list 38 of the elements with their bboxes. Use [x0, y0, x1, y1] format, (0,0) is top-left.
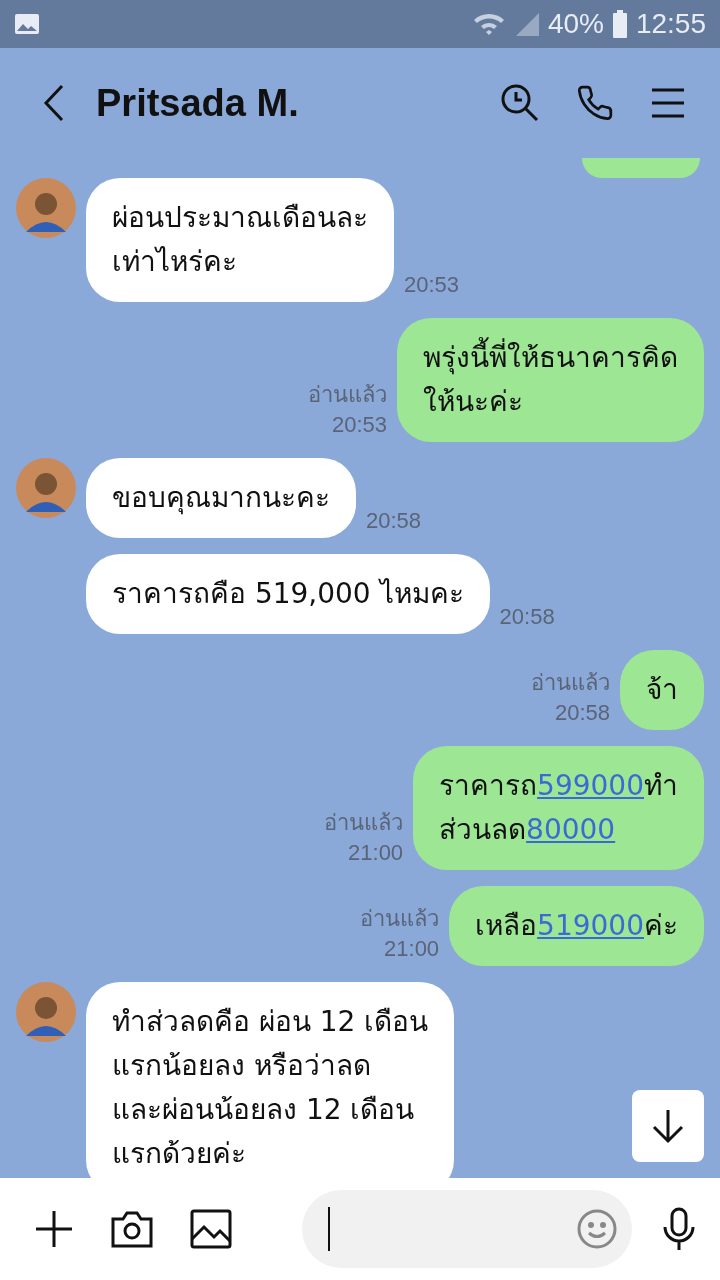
image-icon: [14, 13, 40, 35]
back-icon[interactable]: [42, 83, 66, 123]
message-time: 20:58: [366, 508, 422, 534]
clock: 12:55: [635, 8, 706, 40]
read-receipt: อ่านแล้ว: [360, 905, 440, 933]
battery-percent: 40%: [547, 8, 604, 40]
link[interactable]: 80000: [526, 813, 616, 846]
emoji-icon[interactable]: [576, 1208, 618, 1250]
read-receipt: อ่านแล้ว: [308, 381, 387, 409]
message-text: เหลือ519000ค่ะ: [475, 908, 678, 944]
search-icon[interactable]: [500, 83, 540, 123]
read-receipt: อ่านแล้ว: [324, 809, 404, 837]
message-time: 21:00: [384, 936, 440, 962]
message-time: 20:58: [554, 700, 610, 726]
message-text: ทำส่วลดคือ ผ่อน 12 เดือน แรกน้อยลง หรือว่าลด และผ่อนน้อยลง 12 เดือน แรกด้วยค่ะ: [112, 1004, 429, 1172]
scroll-down-button[interactable]: [632, 1090, 704, 1162]
image-icon[interactable]: [190, 1209, 232, 1249]
message-time: 20:53: [404, 272, 460, 298]
arrow-down-icon[interactable]: [651, 1108, 685, 1144]
plus-icon[interactable]: [34, 1209, 74, 1249]
microphone-icon[interactable]: [662, 1207, 696, 1251]
message-text: ขอบคุณมากนะคะ: [112, 480, 330, 517]
message-text: พรุ่งนี้พี่ให้ธนาคารคิด ให้นะค่ะ: [423, 336, 678, 424]
message-text: ราคารถ599000ทำ ส่วนลด80000: [439, 768, 678, 848]
message-time: 20:53: [331, 412, 387, 438]
camera-icon[interactable]: [110, 1209, 154, 1249]
menu-icon[interactable]: [650, 87, 686, 119]
phone-icon[interactable]: [576, 84, 614, 122]
message-text: จ้า: [646, 672, 678, 708]
link[interactable]: 599000: [537, 769, 644, 802]
message-text: ราคารถคือ 519,000 ไหมคะ: [112, 576, 464, 612]
link[interactable]: 519000: [537, 909, 644, 942]
read-receipt: อ่านแล้ว: [531, 669, 610, 697]
message-time: 21:00: [348, 840, 404, 866]
battery-icon: [611, 10, 628, 38]
message-text: ผ่อนประมาณเดือนละ เท่าไหร่คะ: [112, 200, 368, 280]
message-time: 20:58: [499, 604, 555, 630]
chat-title: Pritsada M.: [96, 81, 300, 125]
